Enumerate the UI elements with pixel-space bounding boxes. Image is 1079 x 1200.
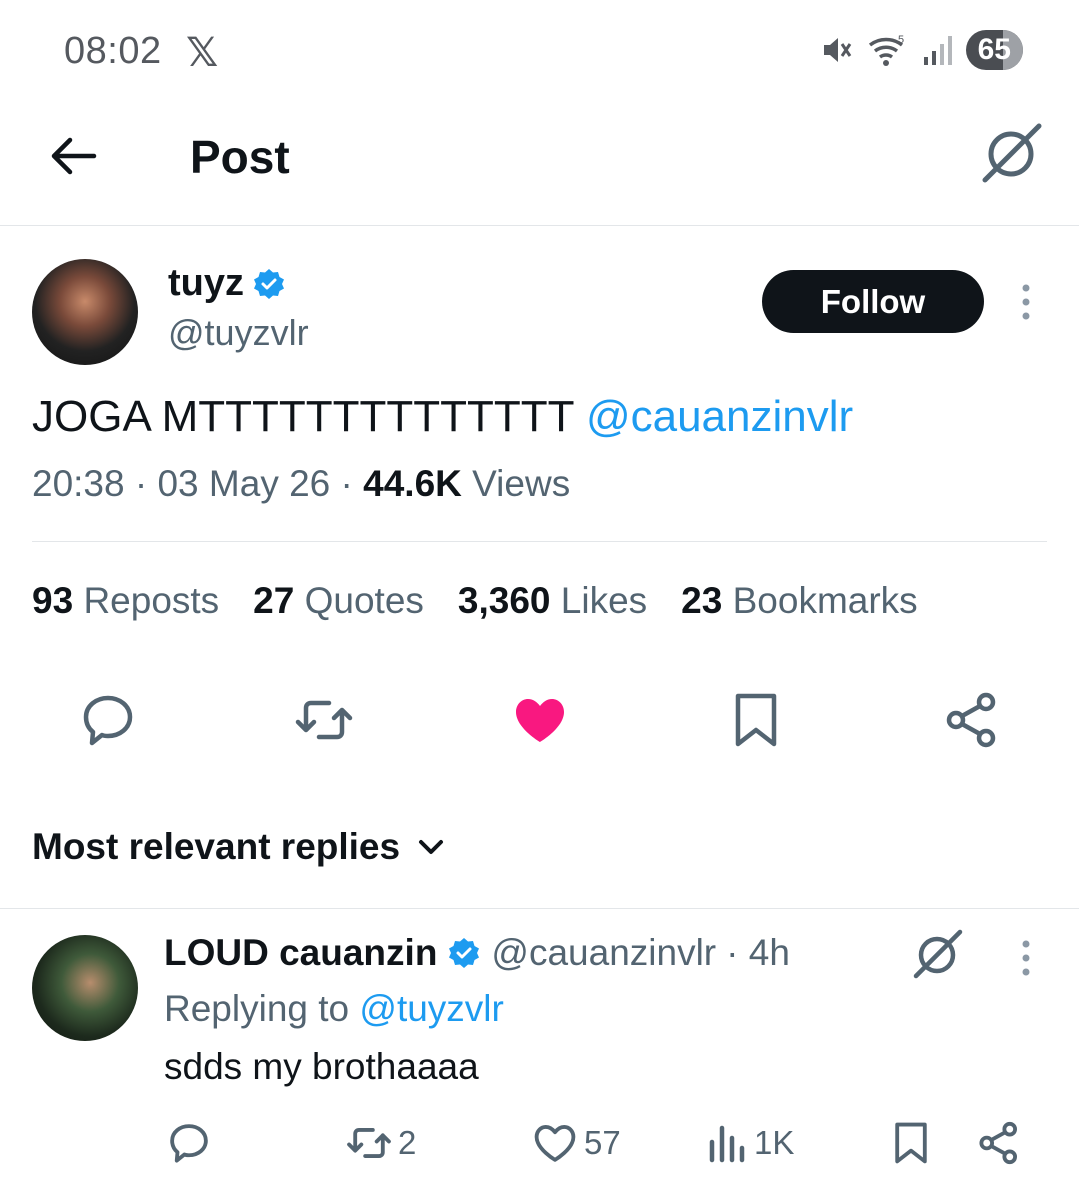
reply-grok-button[interactable] <box>910 926 966 982</box>
grok-icon <box>982 123 1042 183</box>
top-header: Post <box>0 100 1079 226</box>
verified-badge-icon <box>447 936 481 970</box>
replying-to-link[interactable]: @tuyzvlr <box>359 988 503 1029</box>
grok-icon <box>913 929 963 979</box>
quotes-stat[interactable]: 27 Quotes <box>253 580 424 622</box>
share-icon <box>946 692 996 748</box>
wifi-icon: 5 <box>868 33 908 67</box>
bookmarks-stat[interactable]: 23 Bookmarks <box>681 580 918 622</box>
reply-repost-count: 2 <box>398 1124 417 1161</box>
post-mention-link[interactable]: @cauanzinvlr <box>586 392 853 441</box>
views-chart-icon <box>709 1125 745 1163</box>
reply-like-count: 57 <box>584 1124 621 1161</box>
author-name[interactable]: tuyz <box>168 262 244 305</box>
post-stats: 93 Reposts 27 Quotes 3,360 Likes 23 Book… <box>32 580 918 622</box>
views-label: Views <box>472 463 571 504</box>
more-vertical-icon <box>1022 940 1030 976</box>
signal-icon <box>922 33 952 67</box>
battery-indicator: 65 <box>965 30 1023 70</box>
reply-views-button[interactable]: 1K <box>708 1118 794 1168</box>
more-vertical-icon <box>1022 284 1030 320</box>
repost-icon <box>347 1128 391 1158</box>
divider <box>0 908 1079 909</box>
page-title: Post <box>190 131 290 183</box>
back-button[interactable] <box>48 130 100 182</box>
grok-button[interactable] <box>979 120 1045 186</box>
svg-text:5: 5 <box>898 34 904 46</box>
reply-views-count: 1K <box>754 1124 795 1161</box>
reply-text: sdds my brothaaaa <box>164 1046 479 1087</box>
mute-icon <box>820 33 854 67</box>
reply-icon <box>83 695 133 746</box>
replying-to: Replying to @tuyzvlr <box>164 988 504 1030</box>
reply-avatar[interactable] <box>32 935 138 1041</box>
reposts-stat[interactable]: 93 Reposts <box>32 580 219 622</box>
reply-author-handle[interactable]: @cauanzinvlr <box>491 932 716 974</box>
verified-badge-icon <box>252 267 286 301</box>
post-time[interactable]: 20:38 <box>32 463 125 504</box>
reply-header: LOUD cauanzin @cauanzinvlr · 4h <box>164 932 790 974</box>
post-body: JOGA MTTTTTTTTTTTTTT <box>32 392 586 441</box>
reply-age: · 4h <box>726 932 790 973</box>
status-time: 08:02 <box>64 30 162 72</box>
bookmark-button[interactable] <box>726 690 786 750</box>
post-date[interactable]: 03 May 26 <box>157 463 330 504</box>
likes-stat[interactable]: 3,360 Likes <box>458 580 647 622</box>
reply-more-options-button[interactable] <box>1010 938 1042 978</box>
chevron-down-icon <box>419 840 444 854</box>
share-icon <box>979 1121 1018 1165</box>
repost-icon <box>295 700 353 740</box>
more-options-button[interactable] <box>1010 282 1042 322</box>
bookmark-icon <box>895 1122 927 1164</box>
bookmark-icon <box>735 693 777 747</box>
author-avatar[interactable] <box>32 259 138 365</box>
reply-author-name[interactable]: LOUD cauanzin <box>164 932 437 974</box>
follow-button[interactable]: Follow <box>762 270 984 333</box>
share-button[interactable] <box>942 690 1002 750</box>
reply-share-button[interactable] <box>976 1118 1022 1168</box>
repost-button[interactable] <box>294 690 354 750</box>
heart-icon <box>534 1124 576 1162</box>
like-button[interactable] <box>510 690 570 750</box>
reply-repost-button[interactable]: 2 <box>346 1118 416 1168</box>
reply-reply-button[interactable] <box>166 1118 212 1168</box>
reply-icon <box>170 1124 208 1163</box>
replying-prefix: Replying to <box>164 988 360 1029</box>
replies-sort-dropdown[interactable]: Most relevant replies <box>32 826 446 868</box>
status-bar: 08:02 𝕏 5 65 <box>0 0 1079 100</box>
views-count: 44.6K <box>363 463 462 504</box>
author-name-row[interactable]: tuyz <box>168 262 286 305</box>
reply-actions: 2 57 1K <box>0 1118 1079 1168</box>
heart-filled-icon <box>516 699 564 742</box>
divider <box>32 541 1047 542</box>
post-meta: 20:38 · 03 May 26 · 44.6K Views <box>32 463 571 504</box>
post-actions <box>0 690 1079 750</box>
replies-sort-label: Most relevant replies <box>32 826 401 867</box>
status-icons: 5 65 <box>820 30 1023 70</box>
x-logo-icon: 𝕏 <box>186 31 219 75</box>
reply-button[interactable] <box>78 690 138 750</box>
reply-like-button[interactable]: 57 <box>532 1118 621 1168</box>
author-handle[interactable]: @tuyzvlr <box>168 312 309 354</box>
arrow-left-icon <box>51 137 97 175</box>
reply-bookmark-button[interactable] <box>888 1118 934 1168</box>
post-text: JOGA MTTTTTTTTTTTTTT @cauanzinvlr <box>32 392 853 442</box>
